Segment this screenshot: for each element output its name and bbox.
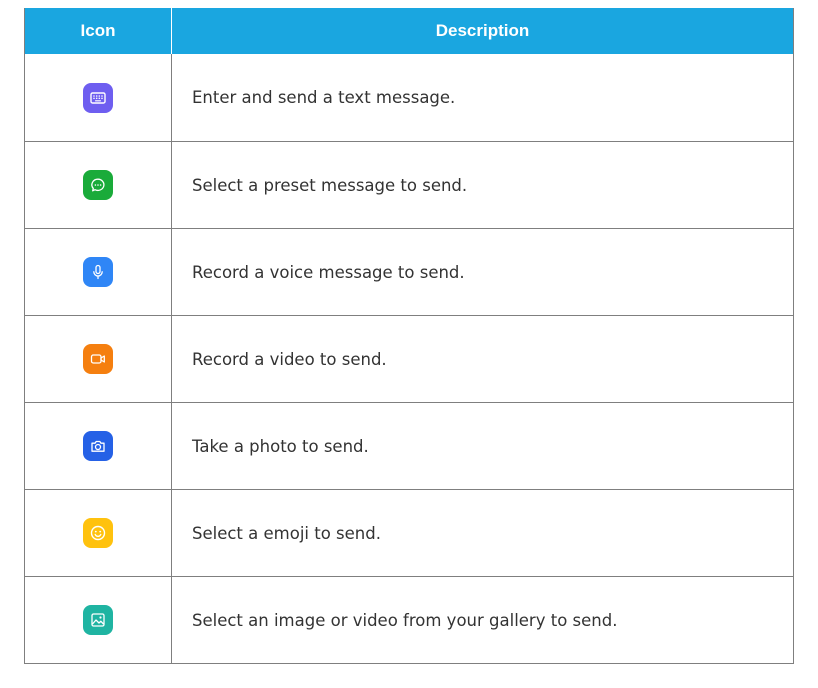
table-row: Select an image or video from your galle…: [25, 576, 793, 663]
table-row: Select a preset message to send.: [25, 141, 793, 228]
row-description: Record a video to send.: [192, 349, 387, 369]
table-header: Icon Description: [25, 8, 793, 54]
table-row: Take a photo to send.: [25, 402, 793, 489]
header-icon: Icon: [25, 8, 172, 54]
chat-bubble-icon: [83, 170, 113, 200]
emoji-icon: [83, 518, 113, 548]
video-camera-icon: [83, 344, 113, 374]
keyboard-icon: [83, 82, 113, 113]
feature-table: Icon Description Enter and send a text m…: [24, 8, 794, 664]
row-description: Record a voice message to send.: [192, 262, 465, 282]
row-description: Take a photo to send.: [192, 436, 369, 456]
header-description: Description: [435, 21, 530, 40]
table-row: Record a voice message to send.: [25, 228, 793, 315]
microphone-icon: [83, 257, 113, 287]
row-description: Select a preset message to send.: [192, 175, 468, 195]
table-row: Record a video to send.: [25, 315, 793, 402]
row-description: Select a emoji to send.: [192, 523, 381, 543]
row-description: Enter and send a text message.: [192, 88, 456, 107]
table-row: Select a emoji to send.: [25, 489, 793, 576]
table-row: Enter and send a text message.: [25, 54, 793, 141]
row-description: Select an image or video from your galle…: [192, 610, 618, 630]
gallery-icon: [83, 605, 113, 635]
camera-icon: [83, 431, 113, 461]
table-body: Enter and send a text message. Select a …: [25, 54, 793, 663]
